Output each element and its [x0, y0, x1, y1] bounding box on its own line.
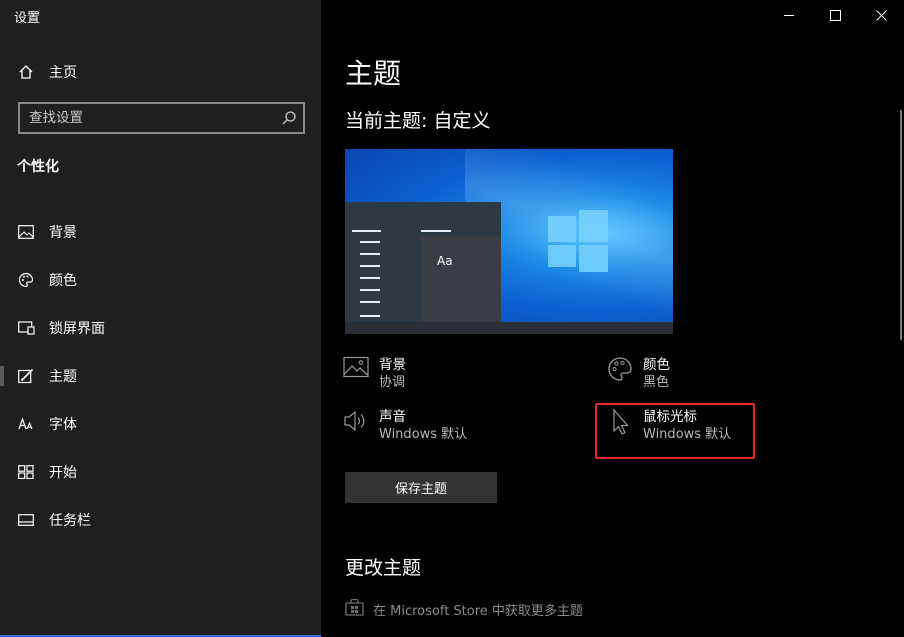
search-input[interactable]	[29, 110, 269, 126]
window-controls	[766, 0, 904, 30]
home-icon	[17, 63, 35, 81]
section-title: 个性化	[17, 159, 59, 175]
change-theme-heading: 更改主题	[345, 557, 422, 579]
store-link[interactable]: 在 Microsoft Store 中获取更多主题	[345, 598, 583, 620]
sidebar-item-label: 颜色	[49, 273, 77, 289]
lock-screen-icon	[17, 319, 35, 337]
nav-list: 背景 颜色 锁屏界面 主题 字体 开始 任务栏	[0, 208, 321, 544]
color-label: 颜色	[643, 357, 670, 373]
sidebar-item-taskbar[interactable]: 任务栏	[0, 496, 321, 544]
search-icon[interactable]	[281, 110, 297, 126]
maximize-icon	[829, 6, 841, 25]
app-title: 设置	[14, 11, 41, 26]
sidebar: 设置 主页 个性化 背景 颜色 锁屏界面	[0, 0, 321, 637]
font-icon	[17, 415, 35, 433]
sound-value: Windows 默认	[379, 427, 468, 442]
color-text: 颜色 黑色	[643, 356, 670, 392]
picture-icon	[17, 223, 35, 241]
sidebar-item-label: 开始	[49, 465, 77, 481]
highlight-box	[595, 403, 755, 459]
color-value: 黑色	[643, 375, 670, 390]
sidebar-item-start[interactable]: 开始	[0, 448, 321, 496]
sidebar-item-theme[interactable]: 主题	[0, 352, 321, 400]
background-label: 背景	[379, 357, 406, 373]
minimize-button[interactable]	[766, 0, 812, 30]
preview-sample-text: Aa	[437, 254, 453, 268]
theme-preview: Aa	[345, 149, 673, 334]
color-setting[interactable]: 颜色 黑色	[607, 356, 670, 392]
sidebar-item-label: 锁屏界面	[49, 321, 105, 337]
background-text: 背景 协调	[379, 356, 406, 392]
page-title: 主题	[345, 57, 402, 90]
windows-logo-icon	[548, 210, 608, 272]
sidebar-item-lock-screen[interactable]: 锁屏界面	[0, 304, 321, 352]
save-theme-button[interactable]: 保存主题	[345, 472, 497, 503]
palette-icon	[17, 271, 35, 289]
theme-icon	[17, 367, 35, 385]
nav-home-label: 主页	[49, 65, 77, 81]
taskbar-icon	[17, 511, 35, 529]
preview-taskbar	[345, 322, 673, 334]
start-icon	[17, 463, 35, 481]
store-bag-icon	[345, 598, 364, 620]
store-link-label: 在 Microsoft Store 中获取更多主题	[373, 603, 583, 619]
scrollbar[interactable]	[900, 110, 902, 340]
sidebar-item-label: 字体	[49, 417, 77, 433]
sidebar-item-background[interactable]: 背景	[0, 208, 321, 256]
sidebar-item-label: 背景	[49, 225, 77, 241]
maximize-button[interactable]	[812, 0, 858, 30]
current-theme-heading: 当前主题: 自定义	[345, 110, 491, 132]
preview-tile	[421, 237, 501, 322]
sound-setting[interactable]: 声音 Windows 默认	[343, 408, 467, 444]
sound-text: 声音 Windows 默认	[379, 408, 467, 444]
search-box[interactable]	[18, 102, 305, 134]
close-icon	[875, 6, 887, 25]
speaker-icon	[343, 408, 371, 436]
nav-home[interactable]: 主页	[0, 56, 321, 88]
sidebar-item-label: 主题	[49, 369, 77, 385]
palette-icon	[607, 356, 635, 384]
sidebar-item-label: 任务栏	[49, 513, 91, 529]
close-button[interactable]	[858, 0, 904, 30]
minimize-icon	[783, 6, 795, 25]
sidebar-item-colors[interactable]: 颜色	[0, 256, 321, 304]
sound-label: 声音	[379, 409, 406, 425]
picture-icon	[343, 356, 371, 384]
main-content: 主题 当前主题: 自定义 Aa 背景 协调 颜色 黑色 声音 Windows 默…	[321, 0, 904, 637]
background-value: 协调	[379, 375, 406, 390]
sidebar-item-fonts[interactable]: 字体	[0, 400, 321, 448]
background-setting[interactable]: 背景 协调	[343, 356, 406, 392]
